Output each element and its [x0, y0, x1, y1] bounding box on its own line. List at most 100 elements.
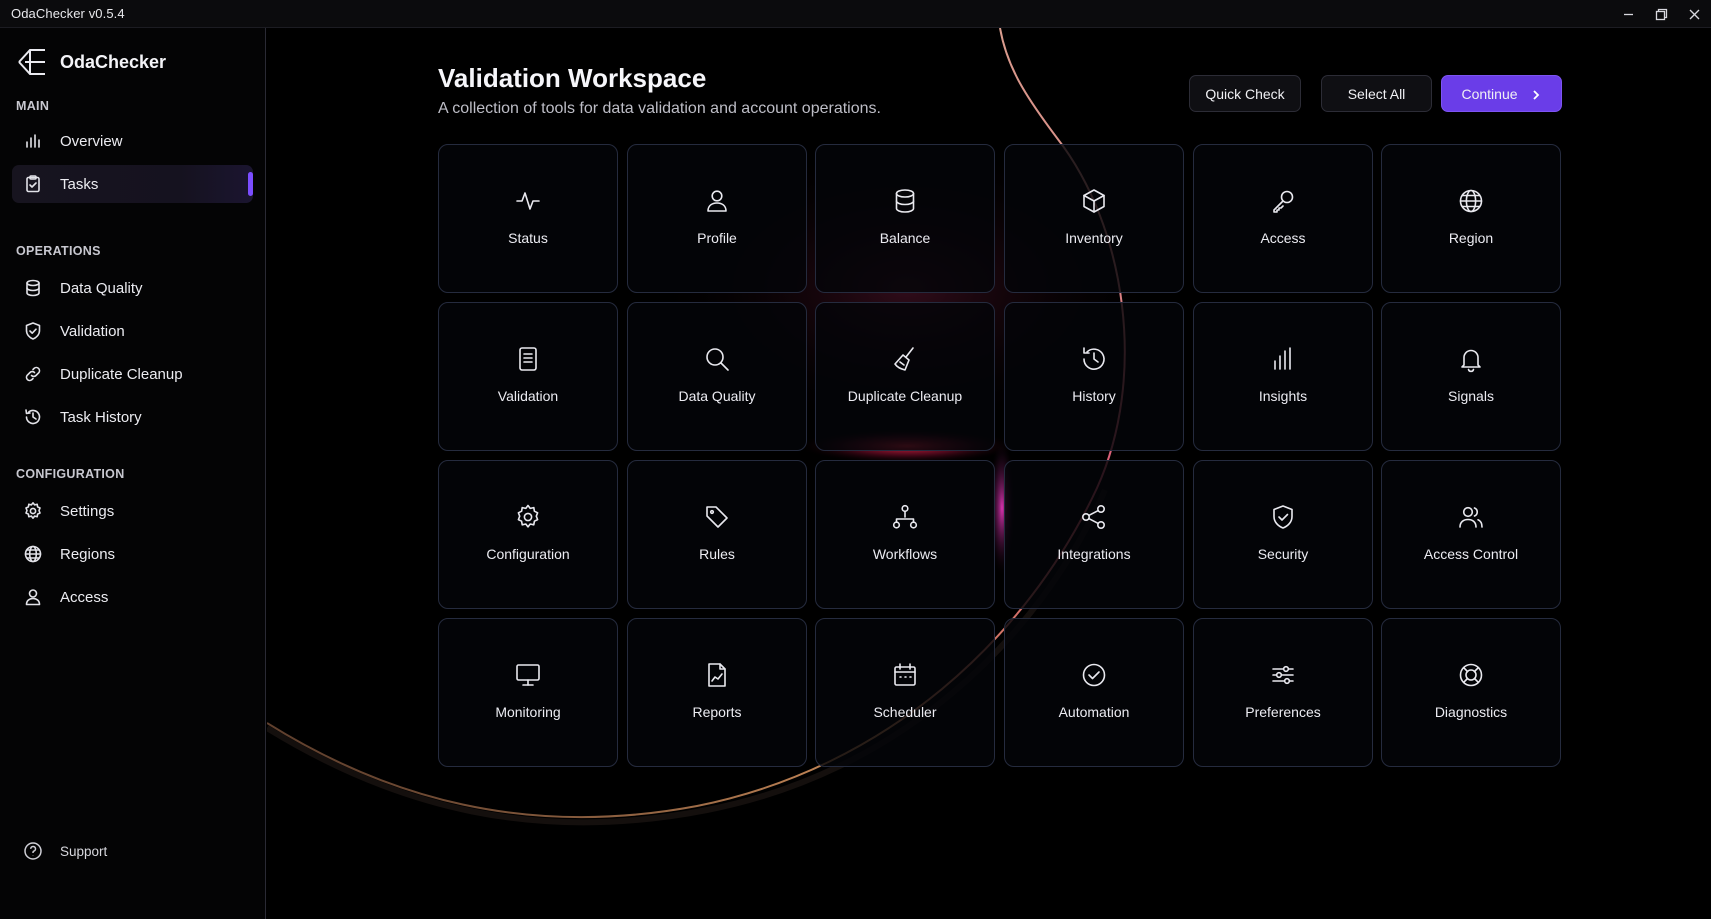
sidebar-item-overview[interactable]: Overview	[12, 122, 253, 160]
key-icon	[1268, 186, 1298, 216]
window-controls	[1612, 0, 1711, 28]
support-link[interactable]: Support	[12, 832, 107, 870]
sidebar-item-tasks[interactable]: Tasks	[12, 165, 253, 203]
tile-region[interactable]: Region	[1381, 144, 1561, 293]
gear-icon	[513, 502, 543, 532]
monitor-icon	[513, 660, 543, 690]
tile-label: Profile	[697, 230, 737, 246]
tile-label: Status	[508, 230, 548, 246]
broom-icon	[890, 344, 920, 374]
close-icon	[1689, 9, 1700, 19]
workflow-icon	[890, 502, 920, 532]
tile-label: Access	[1260, 230, 1306, 246]
tag-icon	[702, 502, 732, 532]
continue-button[interactable]: Continue	[1441, 75, 1562, 112]
minimize-button[interactable]	[1612, 0, 1645, 28]
tile-label: Insights	[1258, 388, 1308, 404]
tile-label: Workflows	[872, 546, 938, 562]
sidebar-item-settings[interactable]: Settings	[12, 492, 253, 530]
shield-check-icon	[1268, 502, 1298, 532]
document-icon	[513, 344, 543, 374]
tile-label: Security	[1257, 546, 1309, 562]
bar-chart-icon	[1268, 344, 1298, 374]
tile-data-quality[interactable]: Data Quality	[627, 302, 807, 451]
sidebar-item-task-history[interactable]: Task History	[12, 398, 253, 436]
sidebar-item-label: Duplicate Cleanup	[60, 365, 183, 383]
active-indicator	[248, 172, 253, 196]
tile-balance[interactable]: Balance	[815, 144, 995, 293]
section-label-operations: OPERATIONS	[16, 244, 101, 258]
tile-profile[interactable]: Profile	[627, 144, 807, 293]
history-icon	[22, 406, 44, 428]
tile-scheduler[interactable]: Scheduler	[815, 618, 995, 767]
link-icon	[22, 363, 44, 385]
sidebar-item-data-quality[interactable]: Data Quality	[12, 269, 253, 307]
brand[interactable]: OdaChecker	[16, 46, 166, 78]
tile-monitoring[interactable]: Monitoring	[438, 618, 618, 767]
user-icon	[22, 586, 44, 608]
minimize-icon	[1624, 13, 1633, 15]
tile-integrations[interactable]: Integrations	[1004, 460, 1184, 609]
tile-label: Integrations	[1057, 546, 1131, 562]
globe-icon	[22, 543, 44, 565]
tile-label: Region	[1448, 230, 1494, 246]
section-label-configuration: CONFIGURATION	[16, 467, 125, 481]
tile-label: Data Quality	[678, 388, 756, 404]
close-button[interactable]	[1678, 0, 1711, 28]
sidebar-item-access[interactable]: Access	[12, 578, 253, 616]
app-title: OdaChecker v0.5.4	[11, 6, 125, 21]
tile-rules[interactable]: Rules	[627, 460, 807, 609]
sidebar-item-duplicate-cleanup[interactable]: Duplicate Cleanup	[12, 355, 253, 393]
section-label-main: MAIN	[16, 99, 50, 113]
share-icon	[1079, 502, 1109, 532]
tile-status[interactable]: Status	[438, 144, 618, 293]
tile-access-control[interactable]: Access Control	[1381, 460, 1561, 609]
sidebar-item-label: Overview	[60, 132, 123, 150]
tile-diagnostics[interactable]: Diagnostics	[1381, 618, 1561, 767]
history-icon	[1079, 344, 1109, 374]
sidebar-item-regions[interactable]: Regions	[12, 535, 253, 573]
restore-icon	[1655, 8, 1668, 20]
sidebar-item-label: Validation	[60, 322, 125, 340]
tile-automation[interactable]: Automation	[1004, 618, 1184, 767]
bell-icon	[1456, 344, 1486, 374]
sidebar-item-label: Access	[60, 588, 109, 606]
tile-duplicate-cleanup[interactable]: Duplicate Cleanup	[815, 302, 995, 451]
tile-history[interactable]: History	[1004, 302, 1184, 451]
tile-label: History	[1072, 388, 1116, 404]
page-title: Validation Workspace	[438, 63, 707, 93]
tile-reports[interactable]: Reports	[627, 618, 807, 767]
select-all-button[interactable]: Select All	[1321, 75, 1432, 112]
tile-label: Access Control	[1423, 546, 1519, 562]
bar-chart-icon	[22, 130, 44, 152]
tile-validation[interactable]: Validation	[438, 302, 618, 451]
tile-access[interactable]: Access	[1193, 144, 1373, 293]
tile-workflows[interactable]: Workflows	[815, 460, 995, 609]
restore-button[interactable]	[1645, 0, 1678, 28]
tile-label: Inventory	[1065, 230, 1123, 246]
tile-label: Diagnostics	[1434, 704, 1508, 720]
sidebar-item-validation[interactable]: Validation	[12, 312, 253, 350]
gear-icon	[22, 500, 44, 522]
tile-insights[interactable]: Insights	[1193, 302, 1373, 451]
report-icon	[702, 660, 732, 690]
continue-label: Continue	[1461, 85, 1518, 102]
user-icon	[702, 186, 732, 216]
globe-icon	[1456, 186, 1486, 216]
tile-configuration[interactable]: Configuration	[438, 460, 618, 609]
tile-label: Automation	[1058, 704, 1130, 720]
tile-security[interactable]: Security	[1193, 460, 1373, 609]
chevron-right-icon	[1530, 88, 1542, 100]
clipboard-check-icon	[22, 173, 44, 195]
title-bar: OdaChecker v0.5.4	[0, 0, 1711, 28]
tile-label: Rules	[699, 546, 735, 562]
shield-check-icon	[22, 320, 44, 342]
quick-check-button[interactable]: Quick Check	[1189, 75, 1301, 112]
sidebar-item-label: Tasks	[60, 175, 99, 193]
tile-label: Balance	[879, 230, 931, 246]
tile-label: Reports	[692, 704, 742, 720]
tile-preferences[interactable]: Preferences	[1193, 618, 1373, 767]
tile-signals[interactable]: Signals	[1381, 302, 1561, 451]
tile-inventory[interactable]: Inventory	[1004, 144, 1184, 293]
sidebar: OdaChecker MAIN Overview Tasks OPERATION…	[0, 28, 266, 919]
